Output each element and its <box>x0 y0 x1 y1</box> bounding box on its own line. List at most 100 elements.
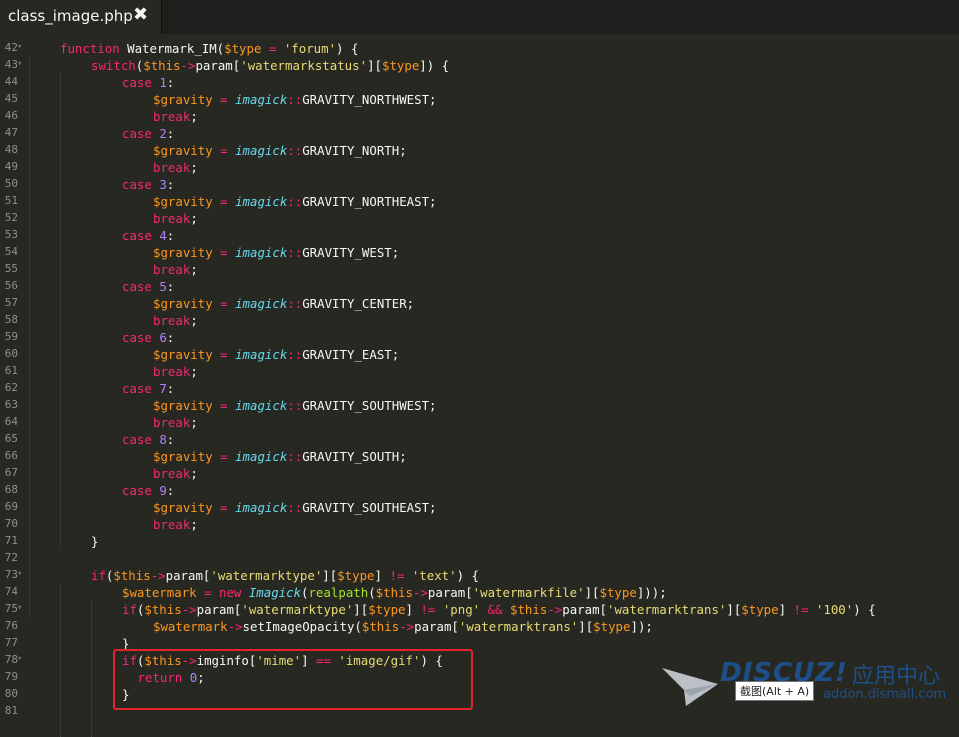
line-number: 47 <box>4 126 18 139</box>
code-text: break; <box>153 364 198 379</box>
code-token: : <box>166 177 175 192</box>
code-token: $this <box>361 619 400 634</box>
code-line[interactable]: 60 $gravity = imagick::GRAVITY_EAST; <box>0 346 959 363</box>
fold-arrow-icon[interactable]: ▾ <box>17 654 22 664</box>
fold-arrow-icon[interactable]: ▾ <box>17 569 22 579</box>
code-token: if <box>91 568 106 583</box>
code-line[interactable]: 52 break; <box>0 210 959 227</box>
line-number: 79 <box>4 670 18 683</box>
code-token: case <box>122 381 160 396</box>
code-token: imagick <box>235 347 288 362</box>
code-line[interactable]: 58 break; <box>0 312 959 329</box>
code-token: $type <box>381 58 420 73</box>
code-line[interactable]: 59 case 6: <box>0 329 959 346</box>
code-line[interactable]: 61 break; <box>0 363 959 380</box>
code-line[interactable]: 45 $gravity = imagick::GRAVITY_NORTHWEST; <box>0 91 959 108</box>
close-icon[interactable]: ✖ <box>133 4 148 25</box>
code-editor[interactable]: 42 ▾ function Watermark_IM($type = 'forum'… <box>0 40 959 737</box>
code-line[interactable]: 76 $watermark->setImageOpacity($this->par… <box>0 618 959 635</box>
code-token: case <box>122 75 160 90</box>
code-line[interactable]: 71} <box>0 533 959 550</box>
code-text: case 5: <box>122 279 174 294</box>
line-number: 60 <box>4 347 18 360</box>
code-line[interactable]: 72 <box>0 550 959 567</box>
code-token: : <box>166 279 175 294</box>
code-line[interactable]: 63 $gravity = imagick::GRAVITY_SOUTHWEST; <box>0 397 959 414</box>
code-line[interactable]: 47 case 2: <box>0 125 959 142</box>
screenshot-tooltip: 截图(Alt + A) <box>735 681 815 701</box>
code-token: -> <box>412 585 428 600</box>
code-token: $type <box>224 41 262 56</box>
line-number: 48 <box>4 143 18 156</box>
code-line[interactable]: 57 $gravity = imagick::GRAVITY_CENTER; <box>0 295 959 312</box>
line-number: 57 <box>4 296 18 309</box>
code-token: $type <box>741 602 779 617</box>
code-line[interactable]: 74 $watermark = new Imagick(realpath($thi… <box>0 584 959 601</box>
line-number: 55 <box>4 262 18 275</box>
fold-arrow-icon[interactable]: ▾ <box>17 59 22 69</box>
code-token: ][ <box>353 602 369 617</box>
code-token: = <box>261 41 284 56</box>
code-text: function Watermark_IM($type = 'forum') { <box>60 41 358 56</box>
fold-arrow-icon[interactable]: ▾ <box>17 42 22 52</box>
code-line[interactable]: 48 $gravity = imagick::GRAVITY_NORTH; <box>0 142 959 159</box>
code-token: GRAVITY_CENTER; <box>302 296 415 311</box>
code-line[interactable]: 68 case 9: <box>0 482 959 499</box>
code-token: = <box>212 449 236 464</box>
code-token: : <box>166 330 175 345</box>
fold-arrow-icon[interactable]: ▾ <box>17 603 22 613</box>
code-line[interactable]: 56 case 5: <box>0 278 959 295</box>
code-token: $gravity <box>153 92 213 107</box>
code-text: break; <box>153 313 198 328</box>
code-token: case <box>122 228 160 243</box>
code-line[interactable]: 67 break; <box>0 465 959 482</box>
code-text: case 8: <box>122 432 174 447</box>
line-number: 77 <box>4 636 18 649</box>
code-token: $type <box>599 585 637 600</box>
code-line[interactable]: 46 break; <box>0 108 959 125</box>
code-text: case 4: <box>122 228 174 243</box>
code-line[interactable]: 70 break; <box>0 516 959 533</box>
code-line[interactable]: 43 ▾ switch($this->param['watermarkstatus'… <box>0 57 959 74</box>
code-line[interactable]: 69 $gravity = imagick::GRAVITY_SOUTHEAST; <box>0 499 959 516</box>
code-token: imagick <box>235 500 288 515</box>
line-number: 49 <box>4 160 18 173</box>
code-line[interactable]: 55 break; <box>0 261 959 278</box>
code-token: ; <box>190 160 198 175</box>
code-token: GRAVITY_SOUTHEAST; <box>302 500 437 515</box>
code-token: :: <box>287 500 303 515</box>
code-line[interactable]: 54 $gravity = imagick::GRAVITY_WEST; <box>0 244 959 261</box>
code-token: ( <box>301 585 309 600</box>
code-token: break <box>153 466 191 481</box>
code-line[interactable]: 65 case 8: <box>0 431 959 448</box>
code-line[interactable]: 73 ▾ if($this->param['watermarktype'][$typ… <box>0 567 959 584</box>
code-text: if($this->param['watermarktype'][$type] … <box>91 568 479 583</box>
code-token: :: <box>287 245 303 260</box>
tab-class-image-php[interactable]: class_image.php ✖ <box>0 0 162 34</box>
code-token: :: <box>287 449 303 464</box>
code-line[interactable]: 62 case 7: <box>0 380 959 397</box>
code-line[interactable]: 66 $gravity = imagick::GRAVITY_SOUTH; <box>0 448 959 465</box>
code-line[interactable]: 42 ▾ function Watermark_IM($type = 'forum'… <box>0 40 959 57</box>
line-number: 75 <box>4 602 18 615</box>
line-number: 59 <box>4 330 18 343</box>
code-line[interactable]: 50 case 3: <box>0 176 959 193</box>
indent-guide <box>60 584 61 737</box>
code-line[interactable]: 44 case 1: <box>0 74 959 91</box>
code-token: -> <box>180 58 196 73</box>
code-token: ; <box>190 109 198 124</box>
code-line[interactable]: 51 $gravity = imagick::GRAVITY_NORTHEAST; <box>0 193 959 210</box>
code-line[interactable]: 49 break; <box>0 159 959 176</box>
code-token: $gravity <box>153 296 213 311</box>
code-line[interactable]: 75 ▾ if($this->param['watermarktype'][$typ… <box>0 601 959 618</box>
code-text: $gravity = imagick::GRAVITY_SOUTH; <box>153 449 407 464</box>
code-line[interactable]: 53 case 4: <box>0 227 959 244</box>
code-line[interactable]: 64 break; <box>0 414 959 431</box>
code-text: break; <box>153 415 198 430</box>
code-token: :: <box>287 296 303 311</box>
code-token: 6 <box>159 330 167 345</box>
indent-guide <box>91 601 92 737</box>
line-number: 64 <box>4 415 18 428</box>
